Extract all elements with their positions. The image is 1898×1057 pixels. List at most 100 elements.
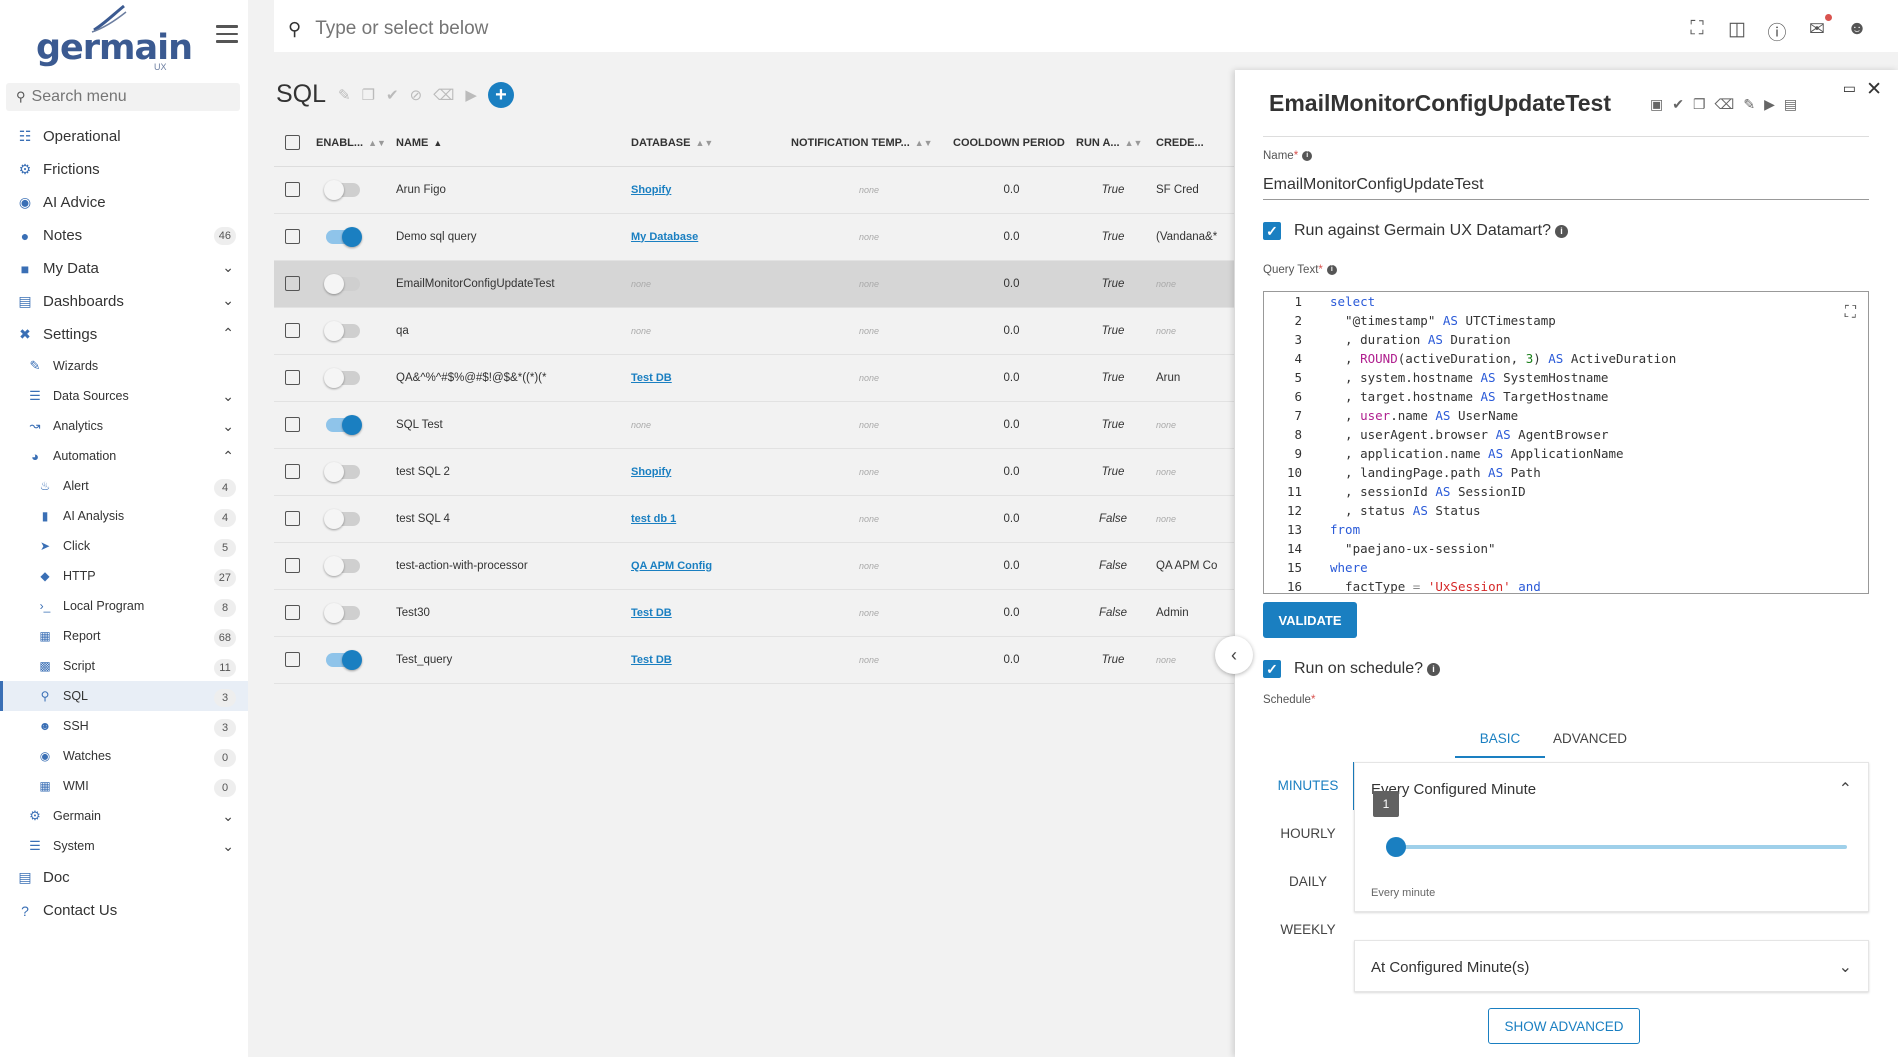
close-icon[interactable]: ✕: [1866, 78, 1882, 101]
schedule-checkbox[interactable]: ✓: [1263, 660, 1281, 678]
enabled-toggle[interactable]: [324, 367, 360, 388]
add-button[interactable]: +: [487, 82, 514, 108]
code-line[interactable]: 4 , ROUND(activeDuration, 3) AS ActiveDu…: [1264, 349, 1868, 368]
row-checkbox[interactable]: [285, 417, 300, 432]
validate-button[interactable]: VALIDATE: [1263, 602, 1357, 638]
table-row[interactable]: test-action-with-processor QA APM Config n…: [274, 542, 1234, 590]
tab-basic[interactable]: BASIC: [1455, 720, 1545, 758]
row-select-cell[interactable]: [274, 354, 310, 402]
table-row[interactable]: EmailMonitorConfigUpdateTest none none 0.0 T…: [274, 260, 1234, 308]
trash-icon[interactable]: ⌫: [1715, 96, 1735, 113]
table-row[interactable]: Demo sql query My Database none 0.0 True (Van…: [274, 213, 1234, 261]
global-search-input[interactable]: [315, 18, 1216, 40]
nav-settings[interactable]: ✖ Settings ⌃: [0, 318, 248, 351]
enabled-cell[interactable]: [310, 166, 390, 214]
minute-slider[interactable]: 1: [1373, 791, 1847, 857]
nav-my-data[interactable]: ■ My Data ⌄: [0, 252, 248, 285]
code-line[interactable]: 3 , duration AS Duration: [1264, 330, 1868, 349]
nav-dashboards[interactable]: ▤ Dashboards ⌄: [0, 285, 248, 318]
row-select-cell[interactable]: [274, 636, 310, 684]
row-select-cell[interactable]: [274, 542, 310, 590]
enabled-cell[interactable]: [310, 636, 390, 684]
nav-wizards[interactable]: ✎ Wizards: [0, 351, 248, 381]
check-circle-icon[interactable]: ✔: [386, 86, 399, 104]
column-header-name[interactable]: NAME ▲: [390, 120, 625, 167]
nav-system[interactable]: ☰ System ⌄: [0, 831, 248, 861]
row-select-cell[interactable]: [274, 589, 310, 637]
enabled-cell[interactable]: [310, 589, 390, 637]
play-icon[interactable]: ▶: [465, 86, 477, 104]
row-checkbox[interactable]: [285, 652, 300, 667]
name-field[interactable]: [1263, 170, 1869, 200]
info-icon[interactable]: i: [1326, 264, 1337, 275]
row-select-cell[interactable]: [274, 401, 310, 449]
logo[interactable]: germain UX: [30, 4, 193, 72]
row-checkbox[interactable]: [285, 182, 300, 197]
show-advanced-button[interactable]: SHOW ADVANCED: [1488, 1008, 1640, 1044]
row-select-cell[interactable]: [274, 260, 310, 308]
nav-click[interactable]: ➤ Click 5: [0, 531, 248, 561]
chevron-down-icon[interactable]: ⌄: [1839, 957, 1852, 977]
nav-doc[interactable]: ▤ Doc: [0, 861, 248, 894]
row-checkbox[interactable]: [285, 511, 300, 526]
row-checkbox[interactable]: [285, 323, 300, 338]
copy-icon[interactable]: ❐: [1693, 96, 1706, 113]
accordion-header[interactable]: Every Configured Minute ⌃: [1355, 763, 1868, 815]
row-select-cell[interactable]: [274, 213, 310, 261]
code-line[interactable]: 9 , application.name AS ApplicationName: [1264, 444, 1868, 463]
nav-automation[interactable]: ◕ Automation ⌃: [0, 441, 248, 471]
chevron-up-icon[interactable]: ⌃: [222, 448, 234, 465]
sort-asc-icon[interactable]: ▲: [433, 138, 442, 148]
search-menu-input[interactable]: [31, 88, 222, 106]
user-icon[interactable]: ☻: [1846, 18, 1868, 45]
collapse-panel-button[interactable]: ‹: [1215, 636, 1253, 674]
save-icon[interactable]: ▣: [1650, 96, 1663, 113]
column-header-run[interactable]: RUN A... ▲▼: [1070, 120, 1150, 167]
enabled-toggle[interactable]: [324, 555, 360, 576]
enabled-toggle[interactable]: [326, 226, 362, 247]
table-row[interactable]: Arun Figo Shopify none 0.0 True SF Cred: [274, 166, 1234, 214]
ban-icon[interactable]: ⊘: [410, 86, 423, 104]
nav-ai-advice[interactable]: ◉ AI Advice: [0, 186, 248, 219]
enabled-toggle[interactable]: [324, 461, 360, 482]
enabled-cell[interactable]: [310, 260, 390, 308]
code-line[interactable]: 6 , target.hostname AS TargetHostname: [1264, 387, 1868, 406]
code-line[interactable]: 13 from: [1264, 520, 1868, 539]
tab-daily[interactable]: DAILY: [1263, 858, 1353, 906]
hamburger-menu-icon[interactable]: [216, 25, 238, 43]
info-icon[interactable]: i: [1426, 662, 1440, 676]
table-row[interactable]: SQL Test none none 0.0 True none: [274, 401, 1234, 449]
nav-sql[interactable]: ⚲ SQL 3: [0, 681, 248, 711]
row-checkbox[interactable]: [285, 464, 300, 479]
nav-data-sources[interactable]: ☰ Data Sources ⌄: [0, 381, 248, 411]
table-row[interactable]: test SQL 4 test db 1 none 0.0 False none: [274, 495, 1234, 543]
database-link[interactable]: Shopify: [631, 184, 671, 196]
code-line[interactable]: 2 "@timestamp" AS UTCTimestamp: [1264, 311, 1868, 330]
enabled-cell[interactable]: [310, 401, 390, 449]
nav-report[interactable]: ▦ Report 68: [0, 621, 248, 651]
query-editor[interactable]: 1 select 2 "@timestamp" AS UTCTimestamp 3 ,…: [1263, 291, 1869, 594]
edit-icon[interactable]: ✎: [1743, 96, 1755, 113]
code-line[interactable]: 12 , status AS Status: [1264, 501, 1868, 520]
enabled-cell[interactable]: [310, 213, 390, 261]
row-checkbox[interactable]: [285, 370, 300, 385]
column-header-database[interactable]: DATABASE ▲▼: [625, 120, 785, 167]
column-header-enabled[interactable]: ENABL... ▲▼: [310, 120, 390, 167]
edit-icon[interactable]: ✎: [338, 86, 351, 104]
code-line[interactable]: 16 factType = 'UxSession' and: [1264, 577, 1868, 593]
select-all-header[interactable]: [274, 120, 310, 167]
chevron-down-icon[interactable]: ⌄: [222, 418, 234, 435]
accordion-header[interactable]: At Configured Minute(s) ⌄: [1355, 941, 1868, 993]
database-link[interactable]: QA APM Config: [631, 560, 712, 572]
table-row[interactable]: Test30 Test DB none 0.0 False Admin: [274, 589, 1234, 637]
database-link[interactable]: Test DB: [631, 372, 672, 384]
check-circle-icon[interactable]: ✔: [1672, 96, 1684, 113]
table-row[interactable]: test SQL 2 Shopify none 0.0 True none: [274, 448, 1234, 496]
select-all-checkbox[interactable]: [285, 135, 300, 151]
row-checkbox[interactable]: [285, 558, 300, 573]
row-select-cell[interactable]: [274, 448, 310, 496]
nav-analytics[interactable]: ↝ Analytics ⌄: [0, 411, 248, 441]
column-header-credentials[interactable]: CREDE...: [1150, 120, 1234, 167]
row-select-cell[interactable]: [274, 166, 310, 214]
nav-germain[interactable]: ⚙ Germain ⌄: [0, 801, 248, 831]
